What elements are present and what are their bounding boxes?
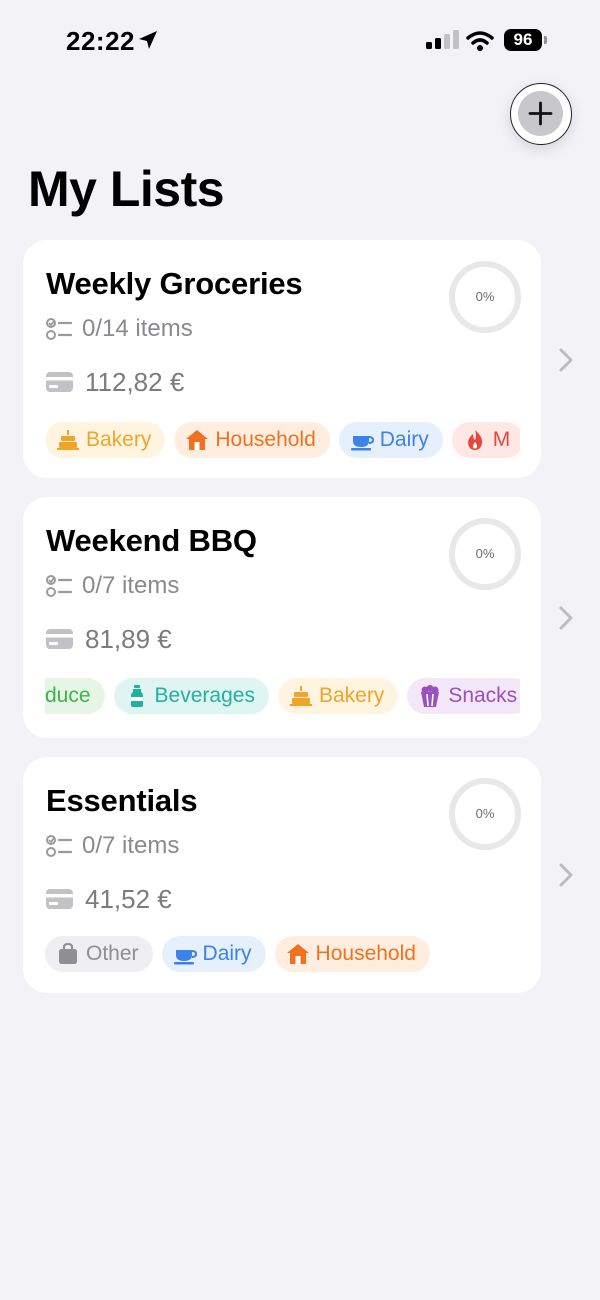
list-card-essentials[interactable]: Essentials 0/7 items 41,52 € 0% Other Dai…	[23, 757, 541, 993]
add-button-fill	[518, 91, 563, 136]
category-tags[interactable]: Bakery Household Dairy M	[45, 422, 520, 458]
wifi-icon	[466, 31, 494, 51]
cellular-signal-icon	[426, 30, 459, 49]
credit-card-icon	[46, 629, 73, 649]
category-tags[interactable]: duce Beverages Bakery Snacks	[45, 678, 520, 714]
category-tag-label: Household	[315, 942, 416, 965]
item-count-row: 0/7 items	[46, 831, 179, 861]
category-tag[interactable]: Bakery	[277, 678, 399, 714]
battery-indicator: 96	[504, 29, 548, 53]
list-title: Weekly Groceries	[46, 266, 303, 301]
progress-percent: 0%	[475, 289, 495, 304]
progress-ring: 0%	[448, 517, 522, 591]
category-tags[interactable]: Other Dairy Household	[45, 936, 520, 972]
total-price: 41,52 €	[85, 883, 172, 914]
total-price: 112,82 €	[85, 366, 185, 397]
chevron-right-icon[interactable]	[558, 605, 574, 631]
credit-card-icon	[46, 372, 73, 392]
plus-icon	[528, 101, 553, 126]
add-list-button[interactable]	[510, 83, 572, 145]
category-tag-label: Snacks	[448, 684, 518, 707]
category-tag-label: Dairy	[379, 428, 429, 451]
item-count: 0/7 items	[82, 572, 180, 599]
list-card-weekend-bbq[interactable]: Weekend BBQ 0/7 items 81,89 € 0% duce Bev…	[23, 497, 541, 738]
category-tag-label: Beverages	[154, 684, 255, 707]
category-tag-label: Dairy	[202, 942, 252, 965]
progress-percent: 0%	[475, 806, 495, 821]
price-row: 41,52 €	[46, 884, 172, 914]
list-title: Weekend BBQ	[46, 523, 257, 558]
checklist-icon	[46, 575, 72, 597]
category-tag[interactable]: Household	[274, 936, 430, 972]
category-tag-label: Bakery	[86, 428, 152, 451]
status-bar: 22:22 96	[0, 0, 600, 80]
battery-level: 96	[504, 29, 542, 51]
list-title: Essentials	[46, 783, 198, 818]
category-tag[interactable]: M	[451, 422, 520, 458]
flame-icon	[463, 428, 493, 452]
house-icon	[286, 942, 316, 966]
chevron-right-icon[interactable]	[558, 347, 574, 373]
category-tag[interactable]: duce	[45, 678, 105, 714]
status-time: 22:22	[66, 26, 135, 56]
progress-ring: 0%	[448, 260, 522, 334]
location-arrow-icon	[139, 31, 157, 49]
battery-tip	[544, 36, 547, 44]
total-price: 81,89 €	[85, 623, 172, 654]
category-tag[interactable]: Household	[174, 422, 330, 458]
page-title: My Lists	[28, 161, 225, 217]
category-tag-label: Bakery	[318, 684, 385, 707]
cake-icon	[56, 428, 86, 452]
tags-track: Bakery Household Dairy M	[45, 422, 520, 458]
category-tag-label: Household	[215, 428, 316, 451]
category-tag[interactable]: Snacks	[407, 678, 520, 714]
chevron-right-icon[interactable]	[558, 862, 574, 888]
list-card-weekly-groceries[interactable]: Weekly Groceries 0/14 items 112,82 € 0% …	[23, 240, 541, 478]
cup-icon	[173, 942, 203, 966]
item-count-row: 0/14 items	[46, 314, 193, 344]
progress-percent: 0%	[475, 546, 495, 561]
price-row: 81,89 €	[46, 624, 172, 654]
category-tag[interactable]: Other	[45, 936, 153, 972]
item-count-row: 0/7 items	[46, 571, 179, 601]
category-tag-label: Other	[86, 942, 139, 965]
item-count: 0/7 items	[82, 832, 180, 859]
bag-icon	[56, 942, 86, 966]
item-count: 0/14 items	[82, 315, 193, 342]
checklist-icon	[46, 318, 72, 340]
credit-card-icon	[46, 889, 73, 909]
category-tag-label: duce	[45, 684, 91, 707]
bottle-icon	[125, 684, 155, 708]
checklist-icon	[46, 835, 72, 857]
category-tag[interactable]: Bakery	[45, 422, 166, 458]
price-row: 112,82 €	[46, 367, 184, 397]
house-icon	[185, 428, 215, 452]
tags-track: Other Dairy Household	[45, 936, 430, 972]
cup-icon	[350, 428, 380, 452]
tags-track: duce Beverages Bakery Snacks	[45, 678, 520, 714]
category-tag[interactable]: Dairy	[338, 422, 443, 458]
progress-ring: 0%	[448, 777, 522, 851]
popcorn-icon	[418, 684, 448, 708]
category-tag[interactable]: Dairy	[161, 936, 266, 972]
category-tag-label: M	[492, 428, 511, 451]
category-tag[interactable]: Beverages	[113, 678, 269, 714]
cake-icon	[289, 684, 319, 708]
